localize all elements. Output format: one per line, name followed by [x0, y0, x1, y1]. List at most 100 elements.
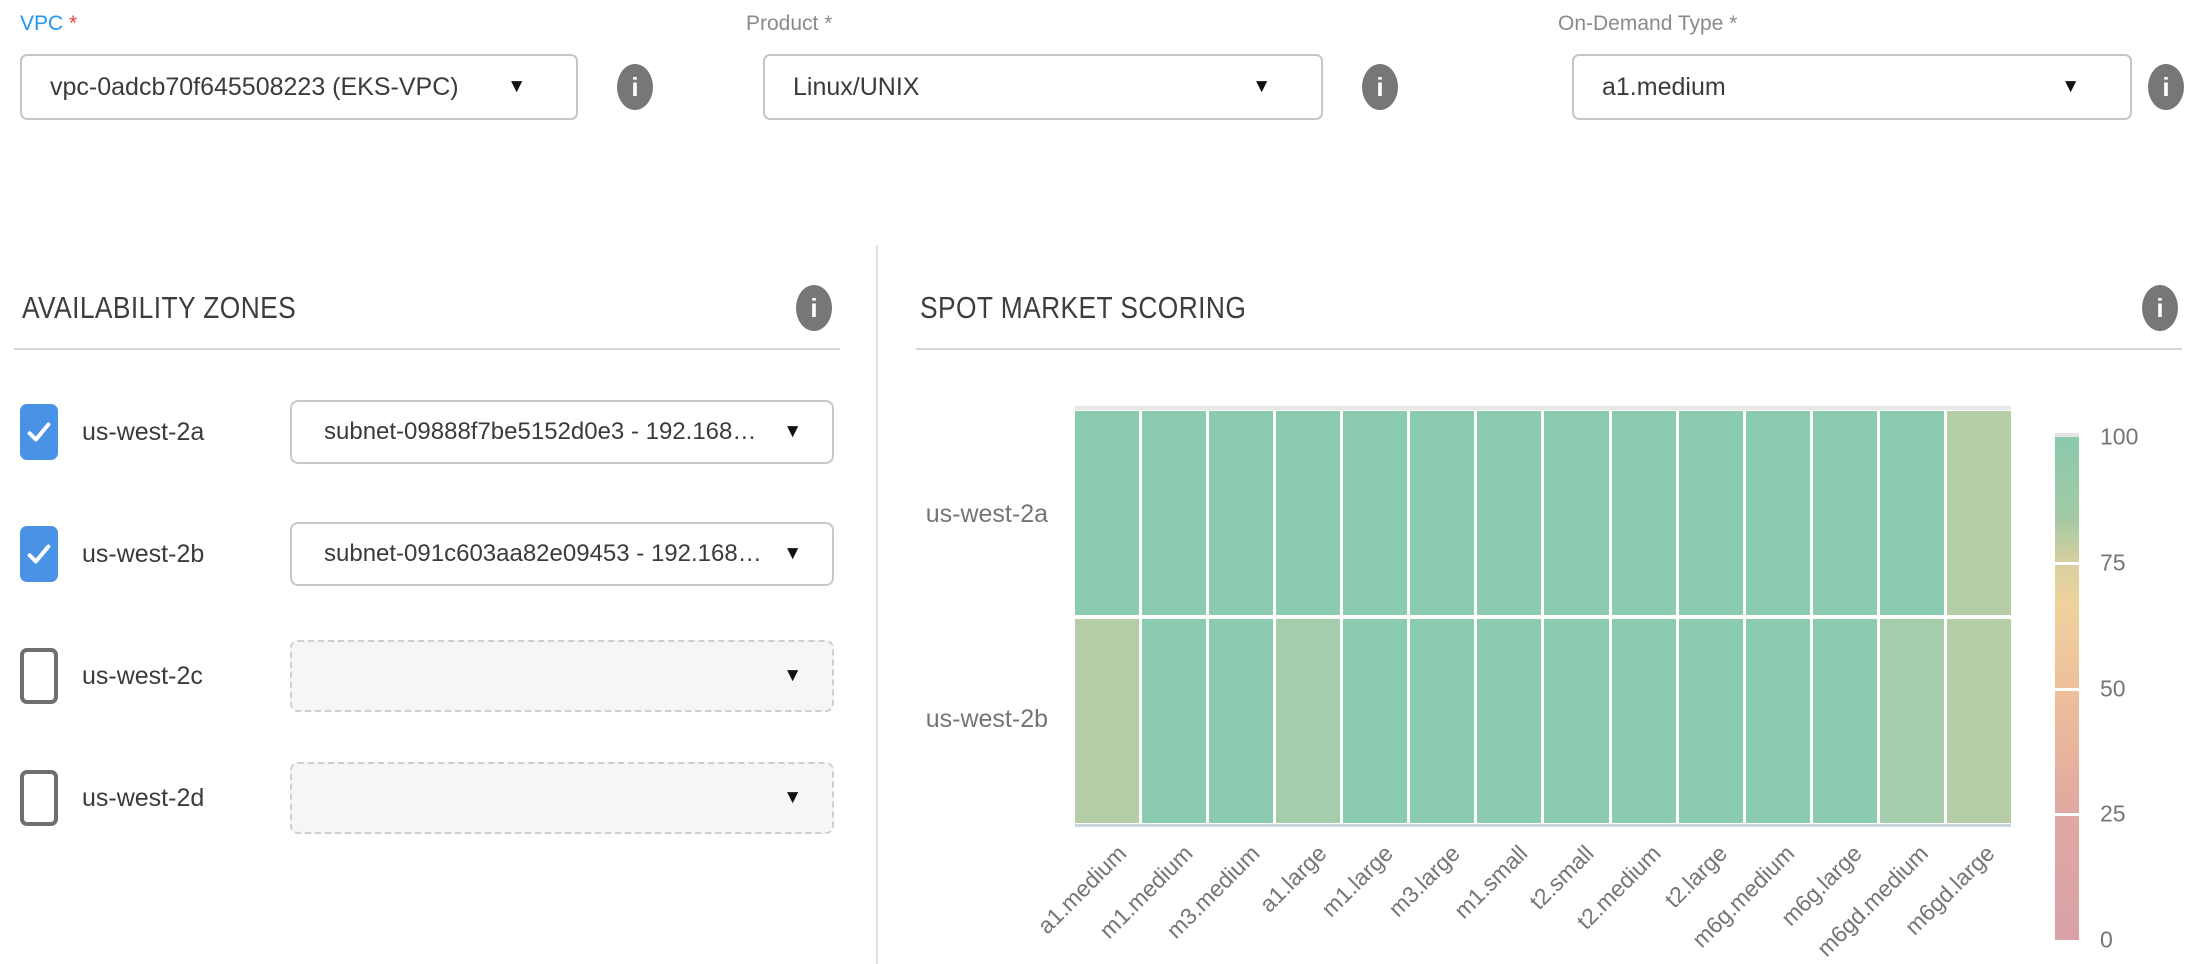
- spot-market-info-icon[interactable]: i: [2142, 285, 2178, 331]
- product-info-icon[interactable]: i: [1362, 64, 1398, 110]
- heatmap-cell-us-west-2b-t2.medium[interactable]: [1612, 619, 1676, 823]
- heatmap-cell-us-west-2a-t2.medium[interactable]: [1612, 411, 1676, 615]
- legend-label-75: 75: [2100, 549, 2170, 576]
- chevron-down-icon: ▼: [783, 421, 802, 443]
- y-axis-label-us-west-2a: us-west-2a: [876, 500, 1048, 529]
- ondemand-type-select[interactable]: a1.medium ▼: [1572, 54, 2132, 120]
- heatmap-cell-us-west-2b-m1.small[interactable]: [1477, 619, 1541, 823]
- ondemand-type-label: On-Demand Type *: [1558, 12, 1737, 36]
- heatmap-cell-us-west-2a-m3.large[interactable]: [1410, 411, 1474, 615]
- availability-zone-list: us-west-2a subnet-09888f7be5152d0e3 - 192…: [14, 396, 840, 884]
- heatmap-axis-line: [1075, 824, 2011, 827]
- x-axis-label-text: m1.large: [1317, 840, 1399, 922]
- chevron-down-icon: ▼: [507, 76, 526, 98]
- heatmap-cell-us-west-2a-m1.small[interactable]: [1477, 411, 1541, 615]
- top-form: VPC * vpc-0adcb70f645508223 (EKS-VPC) ▼ …: [0, 0, 2196, 180]
- heatmap-cell-us-west-2b-m6gd.large[interactable]: [1947, 619, 2011, 823]
- availability-zones-divider: [14, 348, 840, 350]
- availability-zones-info-icon[interactable]: i: [796, 285, 832, 331]
- spot-market-title: SPOT MARKET SCORING: [920, 290, 1246, 326]
- zone-checkbox-us-west-2a[interactable]: [20, 404, 58, 460]
- spot-market-header: SPOT MARKET SCORING i: [920, 282, 2178, 334]
- subnet-select-us-west-2c[interactable]: ▼: [290, 640, 834, 712]
- product-label-text: Product: [746, 12, 818, 35]
- vpc-label-text: VPC: [20, 12, 63, 35]
- y-axis-label-us-west-2b: us-west-2b: [876, 705, 1048, 734]
- legend-tick: [2055, 688, 2079, 691]
- zone-label: us-west-2a: [82, 418, 204, 447]
- subnet-select-value: subnet-09888f7be5152d0e3 - 192.168…: [292, 418, 783, 446]
- vpc-select[interactable]: vpc-0adcb70f645508223 (EKS-VPC) ▼: [20, 54, 578, 120]
- ondemand-type-info-icon[interactable]: i: [2148, 64, 2184, 110]
- heatmap-cell-us-west-2a-m6g.medium[interactable]: [1746, 411, 1810, 615]
- heatmap-cell-us-west-2b-a1.medium[interactable]: [1075, 619, 1139, 823]
- heatmap-top-border: [1075, 406, 2011, 410]
- panel-divider: [876, 245, 878, 964]
- chevron-down-icon: ▼: [783, 787, 802, 809]
- az-row-us-west-2d: us-west-2d ▼: [14, 762, 840, 834]
- subnet-select-value: subnet-091c603aa82e09453 - 192.168…: [292, 540, 783, 568]
- required-asterisk: *: [69, 12, 77, 35]
- subnet-select-us-west-2a[interactable]: subnet-09888f7be5152d0e3 - 192.168…▼: [290, 400, 834, 464]
- heatmap-cell-us-west-2b-m3.medium[interactable]: [1209, 619, 1273, 823]
- heatmap-cell-us-west-2b-m3.large[interactable]: [1410, 619, 1474, 823]
- zone-checkbox-us-west-2b[interactable]: [20, 526, 58, 582]
- availability-zones-header: AVAILABILITY ZONES i: [22, 282, 832, 334]
- heatmap-cell-us-west-2a-a1.large[interactable]: [1276, 411, 1340, 615]
- legend-label-0: 0: [2100, 927, 2170, 954]
- az-row-us-west-2c: us-west-2c ▼: [14, 640, 840, 712]
- heatmap-cell-us-west-2a-m1.large[interactable]: [1343, 411, 1407, 615]
- az-row-us-west-2b: us-west-2b subnet-091c603aa82e09453 - 192…: [14, 518, 840, 590]
- heatmap-cell-us-west-2a-m6gd.large[interactable]: [1947, 411, 2011, 615]
- x-axis-label-text: m1.small: [1448, 840, 1532, 924]
- heatmap-cell-us-west-2b-t2.large[interactable]: [1679, 619, 1743, 823]
- legend-label-50: 50: [2100, 675, 2170, 702]
- zone-checkbox-us-west-2c[interactable]: [20, 648, 58, 704]
- heatmap-cell-us-west-2a-m3.medium[interactable]: [1209, 411, 1273, 615]
- heatmap-color-legend: [2055, 437, 2079, 940]
- legend-tick: [2055, 562, 2079, 565]
- availability-zones-title: AVAILABILITY ZONES: [22, 290, 296, 326]
- heatmap-cell-us-west-2a-a1.medium[interactable]: [1075, 411, 1139, 615]
- subnet-select-us-west-2b[interactable]: subnet-091c603aa82e09453 - 192.168…▼: [290, 522, 834, 586]
- zone-label: us-west-2c: [82, 662, 203, 691]
- heatmap-x-axis-labels: a1.mediumm1.mediumm3.mediuma1.largem1.la…: [1075, 834, 2011, 964]
- legend-tick: [2055, 813, 2079, 816]
- az-row-us-west-2a: us-west-2a subnet-09888f7be5152d0e3 - 192…: [14, 396, 840, 468]
- vpc-select-value: vpc-0adcb70f645508223 (EKS-VPC): [22, 73, 507, 102]
- heatmap-cell-us-west-2b-m1.medium[interactable]: [1142, 619, 1206, 823]
- required-asterisk: *: [824, 12, 832, 35]
- zone-label: us-west-2b: [82, 540, 204, 569]
- chevron-down-icon: ▼: [783, 665, 802, 687]
- vpc-info-icon[interactable]: i: [617, 64, 653, 110]
- heatmap-cell-us-west-2a-t2.large[interactable]: [1679, 411, 1743, 615]
- ondemand-type-select-value: a1.medium: [1574, 73, 2061, 102]
- heatmap-cell-us-west-2b-m6g.large[interactable]: [1813, 619, 1877, 823]
- subnet-select-us-west-2d[interactable]: ▼: [290, 762, 834, 834]
- product-label: Product *: [746, 12, 832, 36]
- product-select-value: Linux/UNIX: [765, 73, 1252, 102]
- zone-checkbox-us-west-2d[interactable]: [20, 770, 58, 826]
- heatmap-cell-us-west-2a-m1.medium[interactable]: [1142, 411, 1206, 615]
- heatmap-cell-us-west-2a-t2.small[interactable]: [1544, 411, 1608, 615]
- chevron-down-icon: ▼: [2061, 76, 2080, 98]
- heatmap-cell-us-west-2a-m6g.large[interactable]: [1813, 411, 1877, 615]
- heatmap-cell-us-west-2b-a1.large[interactable]: [1276, 619, 1340, 823]
- zone-label: us-west-2d: [82, 784, 204, 813]
- legend-label-25: 25: [2100, 801, 2170, 828]
- heatmap: [1075, 411, 2011, 823]
- heatmap-cell-us-west-2b-m6g.medium[interactable]: [1746, 619, 1810, 823]
- chevron-down-icon: ▼: [1252, 76, 1271, 98]
- heatmap-cell-us-west-2b-m1.large[interactable]: [1343, 619, 1407, 823]
- vpc-label: VPC *: [20, 12, 77, 36]
- legend-label-100: 100: [2100, 424, 2170, 451]
- required-asterisk: *: [1729, 12, 1737, 35]
- heatmap-cell-us-west-2b-m6gd.medium[interactable]: [1880, 619, 1944, 823]
- legend-top-border: [2055, 433, 2079, 437]
- chevron-down-icon: ▼: [783, 543, 802, 565]
- spot-market-divider: [916, 348, 2182, 350]
- heatmap-cell-us-west-2b-t2.small[interactable]: [1544, 619, 1608, 823]
- product-select[interactable]: Linux/UNIX ▼: [763, 54, 1323, 120]
- heatmap-cell-us-west-2a-m6gd.medium[interactable]: [1880, 411, 1944, 615]
- ondemand-type-label-text: On-Demand Type: [1558, 12, 1723, 35]
